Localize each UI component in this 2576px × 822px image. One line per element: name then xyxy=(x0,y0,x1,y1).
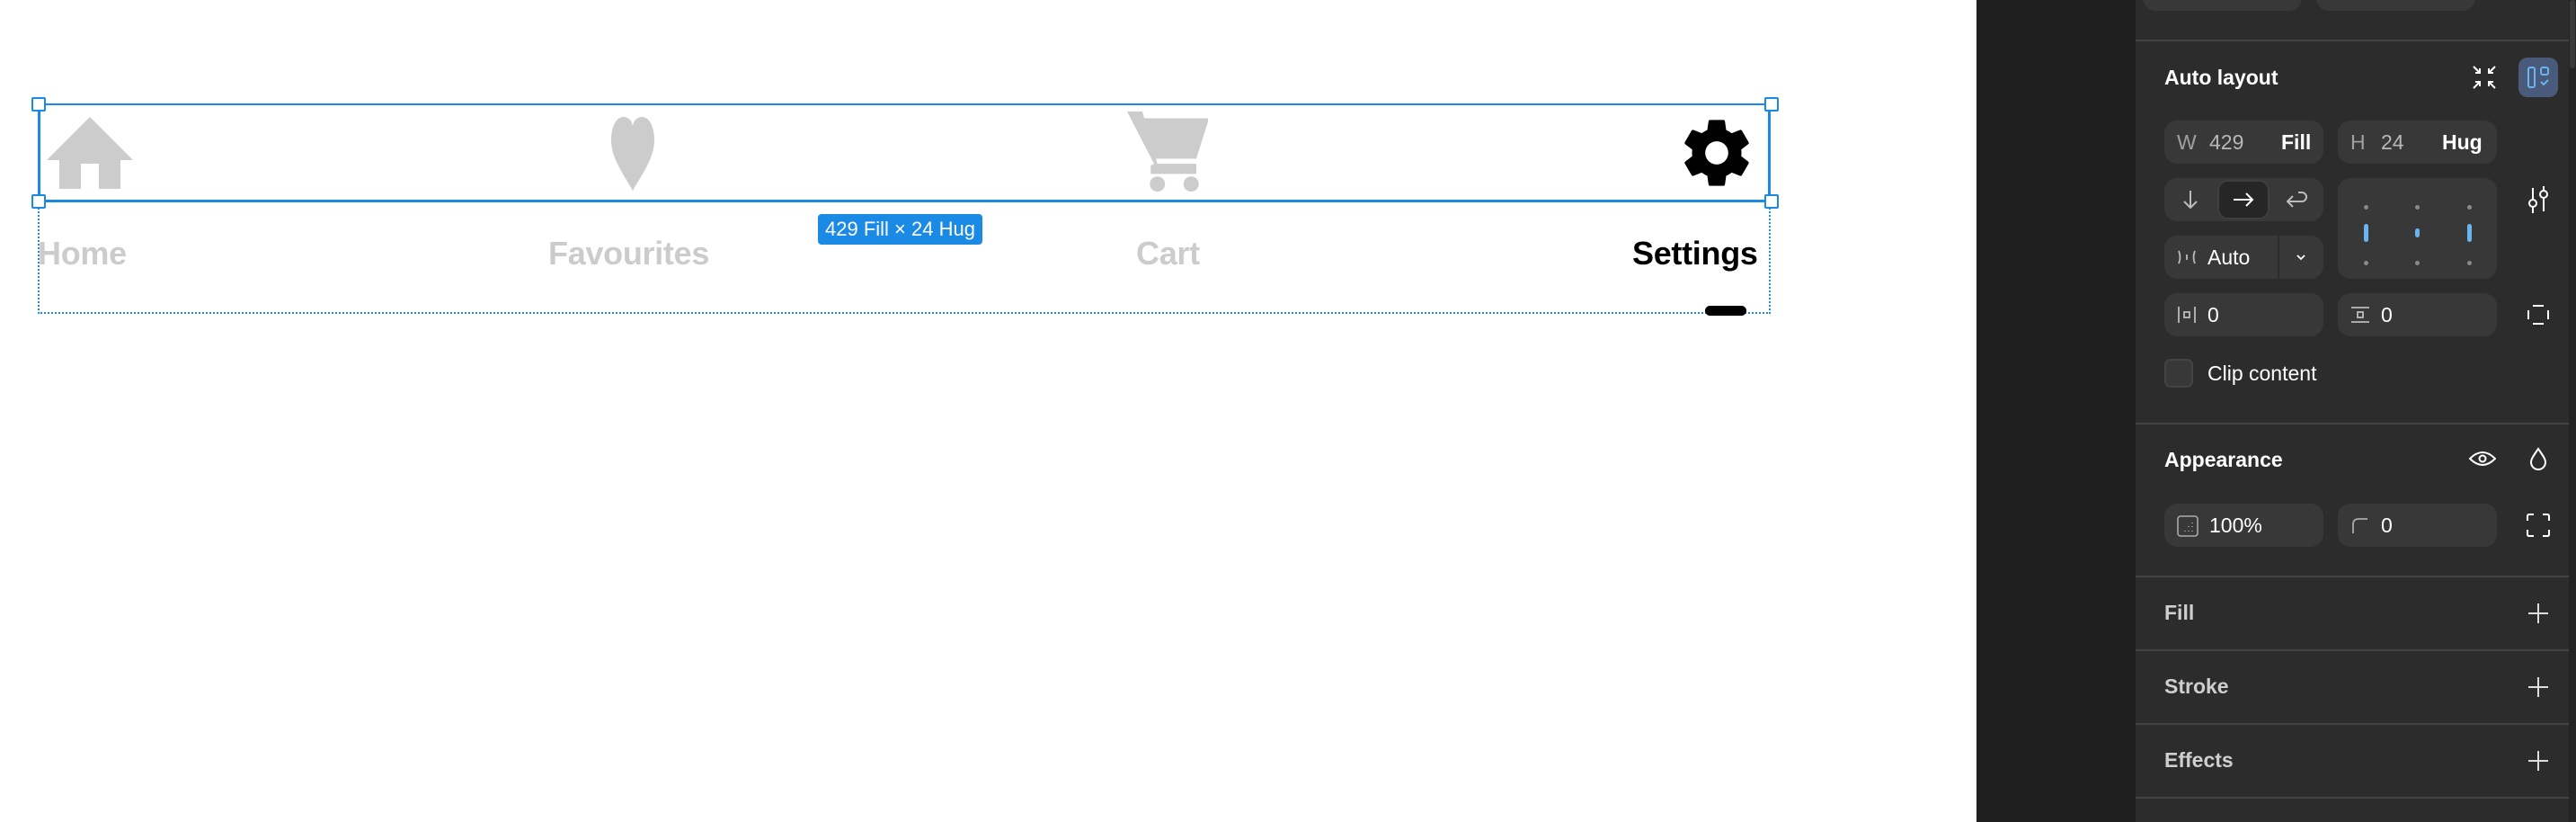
vertical-padding-value[interactable]: 0 xyxy=(2381,293,2393,336)
align-top-left[interactable] xyxy=(2364,205,2368,210)
vertical-padding-field[interactable]: 0 xyxy=(2338,293,2497,336)
align-bottom-center[interactable] xyxy=(2415,261,2420,265)
appearance-title: Appearance xyxy=(2164,448,2283,471)
design-canvas[interactable]: Home Favourites Cart Settings 429 Fill ×… xyxy=(0,0,1976,822)
alignment-grid[interactable] xyxy=(2338,178,2497,279)
clip-content-checkbox[interactable] xyxy=(2164,359,2193,388)
resize-handle-bottom-left[interactable] xyxy=(31,194,46,209)
height-field[interactable]: H 24 Hug xyxy=(2338,121,2497,164)
minimize-arrows-icon xyxy=(2473,66,2496,89)
padding-sides-icon xyxy=(2527,305,2549,325)
advanced-layout-settings-button[interactable] xyxy=(2518,180,2558,219)
corner-radius-value[interactable]: 0 xyxy=(2381,504,2393,547)
horizontal-padding-icon xyxy=(2178,307,2196,323)
partial-segmented-top[interactable] xyxy=(2316,0,2475,11)
add-fill-button[interactable] xyxy=(2518,594,2558,633)
align-top-right[interactable] xyxy=(2467,205,2472,210)
height-label: H xyxy=(2350,130,2366,154)
nav-label-home[interactable]: Home xyxy=(38,236,127,272)
align-bottom-right[interactable] xyxy=(2467,261,2472,265)
size-badge: 429 Fill × 24 Hug xyxy=(818,214,982,245)
corner-radius-icon xyxy=(2352,518,2367,533)
individual-padding-button[interactable] xyxy=(2518,295,2558,335)
section-divider xyxy=(2136,40,2569,41)
stroke-title: Stroke xyxy=(2164,675,2229,698)
effects-title: Effects xyxy=(2164,748,2234,772)
wrap-arrow-icon xyxy=(2286,192,2307,208)
direction-wrap-button[interactable] xyxy=(2270,178,2323,221)
section-divider xyxy=(2136,423,2569,424)
nav-label-settings[interactable]: Settings xyxy=(1632,236,1758,272)
heart-icon[interactable] xyxy=(590,115,676,191)
partial-field-top-left[interactable] xyxy=(2143,0,2302,11)
opacity-value[interactable]: 100% xyxy=(2209,504,2262,547)
chevron-down-icon[interactable] xyxy=(2296,253,2306,262)
add-effect-button[interactable] xyxy=(2518,741,2558,781)
corners-icon xyxy=(2527,514,2550,537)
gear-icon[interactable] xyxy=(1677,113,1756,192)
direction-horizontal-button[interactable] xyxy=(2217,180,2270,219)
align-middle-left[interactable] xyxy=(2364,224,2368,242)
active-tab-indicator xyxy=(1705,306,1746,316)
align-middle-right[interactable] xyxy=(2467,224,2472,242)
horizontal-padding-value[interactable]: 0 xyxy=(2207,293,2219,336)
eye-icon xyxy=(2469,451,2496,466)
corner-radius-field[interactable]: 0 xyxy=(2338,504,2497,547)
resize-handle-bottom-right[interactable] xyxy=(1764,194,1779,209)
drop-icon xyxy=(2529,447,2547,470)
horizontal-padding-field[interactable]: 0 xyxy=(2164,293,2323,336)
resize-handle-top-right[interactable] xyxy=(1764,97,1779,112)
blend-mode-button[interactable] xyxy=(2518,439,2558,478)
plus-icon xyxy=(2528,603,2548,623)
arrow-down-icon xyxy=(2183,191,2198,210)
vertical-padding-icon xyxy=(2351,307,2369,323)
auto-layout-title: Auto layout xyxy=(2164,66,2278,89)
clip-content-label[interactable]: Clip content xyxy=(2207,362,2316,386)
collapse-auto-layout-button[interactable] xyxy=(2465,58,2504,97)
height-mode[interactable]: Hug xyxy=(2442,121,2483,164)
toggle-visibility-button[interactable] xyxy=(2463,439,2502,478)
opacity-field[interactable]: 100% xyxy=(2164,504,2323,547)
width-value[interactable]: 429 xyxy=(2209,121,2243,164)
section-divider xyxy=(2136,649,2569,651)
align-middle-center[interactable] xyxy=(2415,228,2420,237)
panel-scrollbar[interactable] xyxy=(2569,0,2576,822)
nav-label-cart[interactable]: Cart xyxy=(1136,236,1200,272)
individual-corners-button[interactable] xyxy=(2518,505,2558,545)
height-value[interactable]: 24 xyxy=(2381,121,2404,164)
home-icon[interactable] xyxy=(47,117,133,189)
direction-segmented-control xyxy=(2164,178,2323,221)
selected-icon-row[interactable] xyxy=(38,103,1771,202)
sliders-icon xyxy=(2528,186,2548,213)
gap-field-separator xyxy=(2278,236,2279,279)
plus-icon xyxy=(2528,751,2548,771)
arrow-right-icon xyxy=(2234,192,2254,207)
resize-handle-top-left[interactable] xyxy=(31,97,46,112)
section-divider xyxy=(2136,723,2569,725)
gap-icon xyxy=(2178,250,2196,264)
plus-icon xyxy=(2528,677,2548,697)
add-stroke-button[interactable] xyxy=(2518,667,2558,707)
width-field[interactable]: W 429 Fill xyxy=(2164,121,2323,164)
gap-value[interactable]: Auto xyxy=(2207,236,2250,279)
cart-icon[interactable] xyxy=(1127,112,1208,192)
fill-title: Fill xyxy=(2164,601,2195,624)
canvas-panel-gutter xyxy=(1976,0,2136,822)
section-divider xyxy=(2136,797,2569,799)
layout-guide-toggle[interactable] xyxy=(2518,58,2558,97)
width-mode[interactable]: Fill xyxy=(2281,121,2311,164)
section-divider xyxy=(2136,576,2569,577)
width-label: W xyxy=(2177,130,2197,154)
gap-field[interactable]: Auto xyxy=(2164,236,2323,279)
scrollbar-thumb[interactable] xyxy=(2570,0,2575,68)
opacity-icon xyxy=(2177,515,2198,537)
layout-guide-icon xyxy=(2527,67,2549,88)
align-bottom-left[interactable] xyxy=(2364,261,2368,265)
align-top-center[interactable] xyxy=(2415,205,2420,210)
nav-label-favourites[interactable]: Favourites xyxy=(548,236,709,272)
properties-panel: Auto layout W 429 Fill H 24 Hug Auto 0 0… xyxy=(2136,0,2569,822)
direction-vertical-button[interactable] xyxy=(2164,178,2216,221)
